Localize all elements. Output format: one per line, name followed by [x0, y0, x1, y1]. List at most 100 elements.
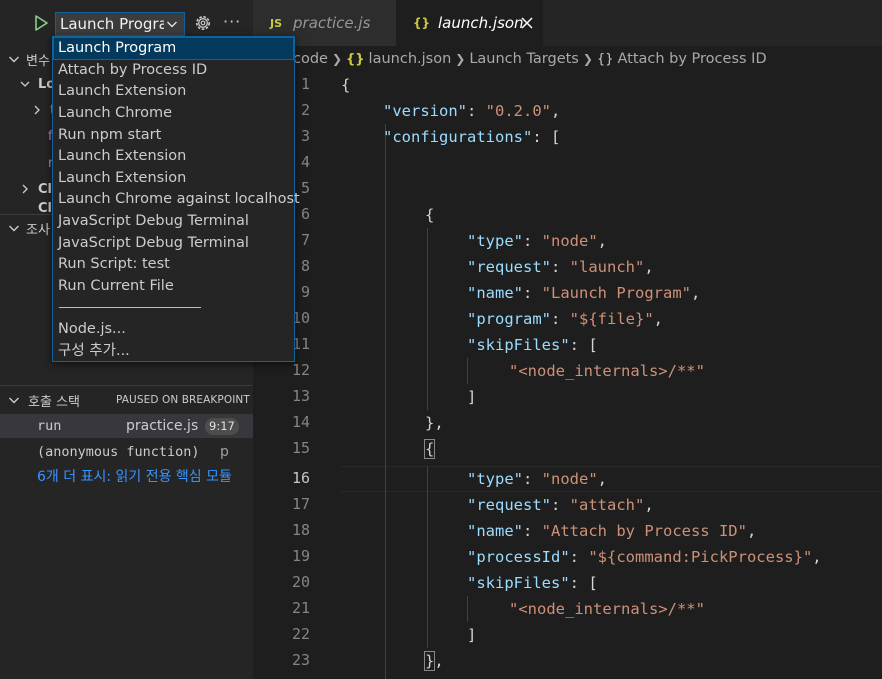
scope-closure-label: Cl [38, 202, 52, 214]
dropdown-option[interactable]: Run Current File [54, 276, 293, 297]
json-file-icon: {} [413, 16, 431, 30]
code-line: "<node_internals>/**" [509, 600, 705, 618]
object-symbol-icon: {} [596, 51, 614, 67]
code-line: "skipFiles": [ [467, 574, 598, 592]
dropdown-option[interactable]: Launch Program [53, 37, 294, 60]
line-number: 22 [291, 625, 310, 643]
watch-header-label: 조사 [26, 222, 50, 238]
chevron-right-icon: ❯ [455, 52, 466, 66]
variables-header-label: 변수 [26, 53, 50, 69]
tab-label: practice.js [293, 14, 371, 32]
code-editor[interactable]: { "version": "0.2.0", "configurations": … [341, 72, 882, 679]
editor-tab-bar: JS practice.js {} launch.json [253, 0, 882, 46]
more-icon[interactable]: ··· [223, 10, 247, 34]
chevron-down-icon [9, 397, 19, 404]
code-line: "skipFiles": [ [467, 336, 598, 354]
frame-file: practice.js [126, 418, 199, 434]
code-line: "configurations": [ [383, 128, 561, 146]
code-line: "name": "Attach by Process ID", [467, 522, 757, 540]
chevron-right-icon: ❯ [331, 52, 343, 66]
indent-guide [427, 228, 428, 410]
dropdown-option[interactable]: Run npm start [54, 125, 293, 146]
code-line: }, [425, 414, 444, 432]
line-number: 20 [291, 573, 310, 591]
dropdown-option[interactable]: Launch Extension [54, 81, 293, 102]
chevron-down-icon [167, 21, 177, 28]
line-number: 23 [291, 651, 310, 669]
breadcrumb-section[interactable]: Launch Targets [469, 51, 579, 67]
indent-guide [467, 596, 468, 622]
dropdown-option[interactable]: JavaScript Debug Terminal [54, 233, 293, 254]
chevron-right-icon [34, 105, 40, 115]
dropdown-option[interactable]: Run Script: test [54, 254, 293, 275]
breadcrumb-file[interactable]: launch.json [369, 51, 452, 67]
code-line: ] [467, 626, 477, 644]
scope-local[interactable]: Lo [18, 73, 55, 95]
tab-launch-json[interactable]: {} launch.json [396, 0, 543, 46]
breadcrumb-folder[interactable]: code [293, 51, 328, 67]
scope-closure[interactable]: Cl [38, 202, 52, 214]
code-line: "processId": "${command:PickProcess}", [467, 548, 822, 566]
dropdown-option[interactable]: Launch Chrome [54, 103, 293, 124]
code-line: "type": "node", [467, 232, 608, 250]
line-number: 12 [291, 361, 310, 379]
code-line: }, [423, 651, 444, 671]
gear-icon[interactable] [192, 12, 214, 34]
line-number: 13 [291, 387, 310, 405]
frame-function: (anonymous function) [37, 444, 200, 460]
show-more-frames-link[interactable]: 6개 더 표시: 읽기 전용 핵심 모듈 [37, 466, 232, 486]
code-line: "request": "attach", [467, 496, 654, 514]
dropdown-option[interactable]: Node.js... [54, 319, 293, 340]
launch-config-select[interactable]: Launch Progra [55, 12, 185, 36]
json-file-icon: {} [346, 51, 365, 67]
js-file-icon: JS [270, 16, 283, 30]
breadcrumb: code ❯ {} launch.json ❯ Launch Targets ❯… [253, 46, 882, 72]
section-divider [0, 385, 253, 386]
line-number: 19 [291, 547, 310, 565]
dropdown-option[interactable]: Launch Extension [54, 146, 293, 167]
code-line: "<node_internals>/**" [509, 362, 705, 380]
frame-file: p [220, 444, 229, 460]
line-number: 17 [291, 495, 310, 513]
code-line: { [423, 439, 436, 459]
play-icon[interactable] [31, 13, 51, 33]
code-line: { [425, 206, 435, 224]
line-number: 14 [291, 413, 310, 431]
chevron-right-icon [22, 184, 28, 194]
line-number: 15 [291, 439, 310, 457]
code-line: "version": "0.2.0", [383, 102, 561, 120]
current-line-highlight [341, 466, 882, 492]
chevron-down-icon [9, 56, 19, 63]
stack-frame[interactable]: run practice.js 9:17 [0, 414, 253, 438]
indent-guide [427, 466, 428, 648]
chevron-down-icon [20, 81, 30, 87]
launch-config-dropdown: Launch Program Attach by Process ID Laun… [52, 36, 300, 362]
line-number: 18 [291, 521, 310, 539]
code-line: ] [467, 388, 477, 406]
dropdown-separator [59, 307, 201, 308]
code-line: "type": "node", [467, 470, 608, 488]
dropdown-option[interactable]: 구성 추가... [54, 341, 293, 362]
dropdown-option[interactable]: JavaScript Debug Terminal [54, 211, 293, 232]
dropdown-option[interactable]: Launch Chrome against localhost [54, 189, 300, 210]
line-number: 21 [291, 599, 310, 617]
code-line: "name": "Launch Program", [467, 284, 701, 302]
code-line: "request": "launch", [467, 258, 654, 276]
frame-position-badge: 9:17 [205, 418, 239, 435]
frame-function: run [37, 418, 62, 434]
chevron-down-icon [9, 225, 19, 232]
dropdown-option[interactable]: Attach by Process ID [54, 60, 293, 81]
tab-label: launch.json [438, 14, 524, 32]
dropdown-option[interactable]: Launch Extension [54, 168, 293, 189]
selected-config-label: Launch Progra [60, 15, 164, 33]
indent-guide [385, 124, 386, 679]
close-icon[interactable] [520, 16, 534, 30]
paused-status: PAUSED ON BREAKPOINT [116, 394, 250, 406]
call-stack-header[interactable]: 호출 스택 PAUSED ON BREAKPOINT [0, 389, 253, 411]
indent-guide [467, 358, 468, 384]
code-line: { [341, 76, 351, 94]
call-stack-title: 호출 스택 [28, 394, 80, 410]
chevron-right-icon: ❯ [582, 52, 593, 66]
stack-frame[interactable]: (anonymous function) p [0, 440, 253, 464]
breadcrumb-symbol[interactable]: Attach by Process ID [617, 51, 766, 67]
